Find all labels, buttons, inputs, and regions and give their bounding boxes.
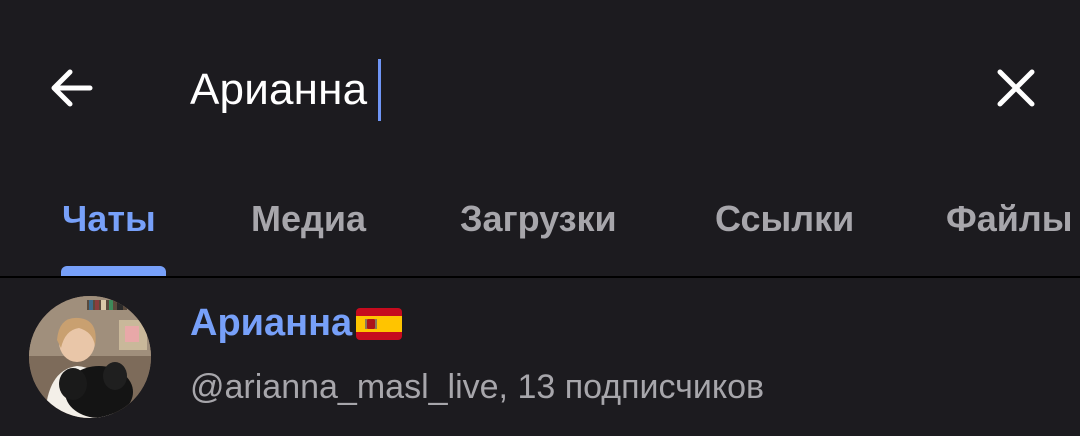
result-subtitle: @arianna_masl_live, 13 подписчиков — [190, 368, 765, 406]
result-title: Арианна — [190, 302, 403, 345]
tab-downloads[interactable]: Загрузки — [460, 198, 617, 250]
search-tabs: Чаты Медиа Загрузки Ссылки Файлы — [0, 180, 1080, 276]
tab-media[interactable]: Медиа — [251, 198, 366, 250]
search-header: Арианна — [0, 0, 1080, 180]
back-button[interactable] — [36, 56, 108, 120]
tab-files[interactable]: Файлы — [946, 198, 1073, 250]
close-icon — [997, 69, 1035, 107]
avatar — [29, 296, 151, 418]
search-screen: Арианна Чаты Медиа Загрузки Ссылки Файлы — [0, 0, 1080, 436]
search-query-text: Арианна — [190, 65, 368, 114]
tab-links[interactable]: Ссылки — [715, 198, 854, 250]
avatar-photo — [29, 296, 151, 418]
text-caret — [378, 59, 382, 121]
tab-chats[interactable]: Чаты — [62, 198, 156, 250]
spain-flag-icon — [356, 307, 403, 340]
active-tab-indicator — [61, 266, 166, 276]
clear-search-button[interactable] — [980, 56, 1052, 120]
result-name-text: Арианна — [190, 302, 353, 344]
arrow-left-icon — [51, 69, 93, 107]
search-input[interactable]: Арианна — [190, 56, 382, 124]
search-result-item[interactable]: Арианна @arianna_masl_live, 13 подписчик… — [0, 278, 1080, 436]
